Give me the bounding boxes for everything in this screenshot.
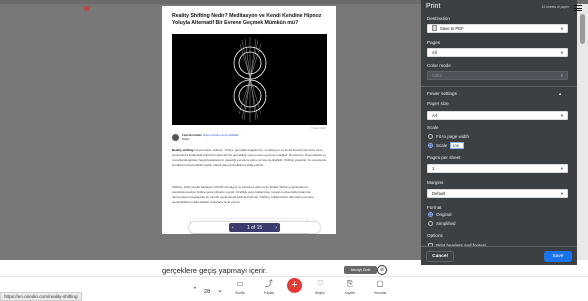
toolbar-item-label: Sözlük [235, 291, 245, 295]
article-visible-text: gerçeklere geçiş yapmayı içerir. [162, 266, 268, 275]
format-simplified-label: Simplified [436, 221, 456, 226]
heart-icon: ♡ [316, 279, 324, 288]
print-actions: Cancel Save [421, 246, 577, 265]
destination-value: Save to PDF [440, 26, 464, 31]
book-icon: ▭ [236, 279, 244, 288]
pages-select[interactable]: All ▾ [427, 48, 568, 57]
format-original-label: Original [436, 212, 452, 217]
chevron-up-icon[interactable]: ⌃ [192, 286, 198, 294]
page-navigator: ‹ 1 of 15 › [189, 222, 320, 233]
custom-scale-label: Scale [436, 143, 448, 148]
panel-divider [421, 86, 577, 87]
custom-scale-option[interactable]: Scale 100 [428, 142, 465, 149]
sheet-count: 15 sheets of paper [541, 5, 569, 9]
vote-count: 28 [204, 289, 211, 295]
pages-value: All [432, 50, 437, 55]
radio-button[interactable] [428, 221, 433, 226]
fit-to-width-option[interactable]: Fit to page width [428, 134, 469, 139]
color-mode-select[interactable]: Color ▾ [427, 71, 568, 80]
toolbar-item-label: Yorumlar [373, 291, 387, 295]
page-indicator: 1 of 15 [246, 224, 263, 231]
toolbar-item-label: Kaydet [344, 291, 356, 295]
radio-button-selected[interactable] [428, 143, 433, 148]
fit-to-width-label: Fit to page width [436, 134, 470, 139]
preview-article-title: Reality Shifting Nedir? Meditasyon ve Ke… [172, 13, 322, 26]
next-page-button[interactable]: › [275, 225, 277, 231]
status-url: https://en.onedio.com/reality-shifting [0, 292, 82, 301]
cancel-button[interactable]: Cancel [426, 251, 454, 262]
margins-select[interactable]: Default ▾ [427, 189, 568, 198]
chevron-up-icon: ▴ [559, 91, 562, 96]
fewer-settings-label: Fewer settings [427, 91, 457, 96]
toolbar-item-comments[interactable]: ▢ Yorumlar [367, 279, 393, 295]
menu-icon[interactable] [574, 5, 582, 11]
pages-per-sheet-value: 1 [432, 166, 435, 171]
comment-icon: ▢ [376, 279, 384, 288]
print-preview-page: Reality Shifting Nedir? Meditasyon ve Ke… [162, 6, 336, 234]
pages-per-sheet-label: Pages per sheet [427, 155, 461, 160]
toolbar-item-like[interactable]: ♡ Beğen [307, 279, 333, 295]
hypnotic-figure-eight-image [172, 34, 327, 125]
chevron-down-icon: ▾ [560, 26, 563, 31]
chevron-down-icon: ▾ [560, 50, 563, 55]
author-info: Fadıl Bertüzkin https://onedio.com/profi… [182, 133, 239, 141]
chevron-down-icon: ▾ [560, 73, 563, 78]
destination-select[interactable]: Save to PDF ▾ [427, 24, 568, 33]
pages-per-sheet-select[interactable]: 1 ▾ [427, 164, 568, 173]
margins-label: Margins [427, 180, 444, 185]
toolbar-item-label: Paylaş [264, 291, 274, 295]
chevron-down-icon: ▾ [560, 113, 563, 118]
fewer-settings-toggle[interactable]: Fewer settings ▴ [427, 91, 561, 96]
format-original-option[interactable]: Original [428, 212, 452, 217]
share-icon: ⤴ [265, 279, 273, 288]
paper-size-select[interactable]: A4 ▾ [427, 111, 568, 120]
preview-article-image [172, 34, 327, 125]
chevron-down-icon[interactable]: ⌄ [217, 286, 223, 294]
site-logo-dot [84, 6, 89, 11]
hide-menu-tooltip: Menüyü Gizle [344, 266, 377, 274]
preview-body-bold: Reality shifting [172, 148, 194, 152]
preview-image-caption: 7 Mayıs 2023 [310, 127, 326, 130]
hide-menu-icon[interactable]: ⊘ [377, 265, 387, 275]
prev-page-button[interactable]: ‹ [232, 225, 234, 231]
color-mode-label: Color mode [427, 63, 451, 68]
format-label: Format [427, 205, 442, 210]
scrollbar-thumb[interactable] [580, 14, 585, 44]
page-navigator-control: ‹ 1 of 15 › [229, 223, 280, 232]
bookmark-icon: ⎘ [346, 279, 354, 288]
margins-value: Default [432, 191, 446, 196]
scale-label: Scale [427, 125, 439, 130]
preview-body-text-1: (veya kısaca 'shifting'. Türkçe 'gerçekl… [172, 148, 327, 167]
print-settings-panel: Print 15 sheets of paper Destination Sav… [421, 0, 577, 265]
save-button[interactable]: Save [544, 251, 572, 262]
destination-label: Destination [427, 16, 450, 21]
pdf-icon [432, 25, 437, 32]
options-label: Options [427, 233, 443, 238]
preview-body-paragraph-2: Shifting, 2020 yılında başlayan COVID-19… [172, 185, 314, 204]
add-button[interactable]: + [287, 278, 302, 293]
toolbar-item-dictionary[interactable]: ▭ Sözlük [227, 279, 253, 295]
paper-size-label: Paper size [427, 101, 449, 106]
color-mode-value: Color [432, 73, 443, 78]
paper-size-value: A4 [432, 113, 438, 118]
toolbar-item-share[interactable]: ⤴ Paylaş [256, 279, 282, 295]
chevron-down-icon: ▾ [560, 166, 563, 171]
author-avatar [172, 134, 179, 142]
pages-label: Pages [427, 40, 441, 45]
preview-author: Fadıl Bertüzkin https://onedio.com/profi… [172, 133, 239, 142]
chevron-down-icon: ▾ [560, 191, 563, 196]
author-link: https://onedio.com/profil/fadil [202, 133, 239, 137]
toolbar-item-save[interactable]: ⎘ Kaydet [337, 279, 363, 295]
radio-button[interactable] [428, 134, 433, 139]
scale-input[interactable]: 100 [450, 142, 465, 149]
print-title: Print [426, 3, 441, 10]
preview-body-paragraph-1: Reality shifting (veya kısaca 'shifting'… [172, 148, 327, 168]
toolbar-item-label: Beğen [315, 291, 325, 295]
author-role: Editör [182, 136, 190, 141]
format-simplified-option[interactable]: Simplified [428, 221, 456, 226]
radio-button-selected[interactable] [428, 212, 433, 217]
